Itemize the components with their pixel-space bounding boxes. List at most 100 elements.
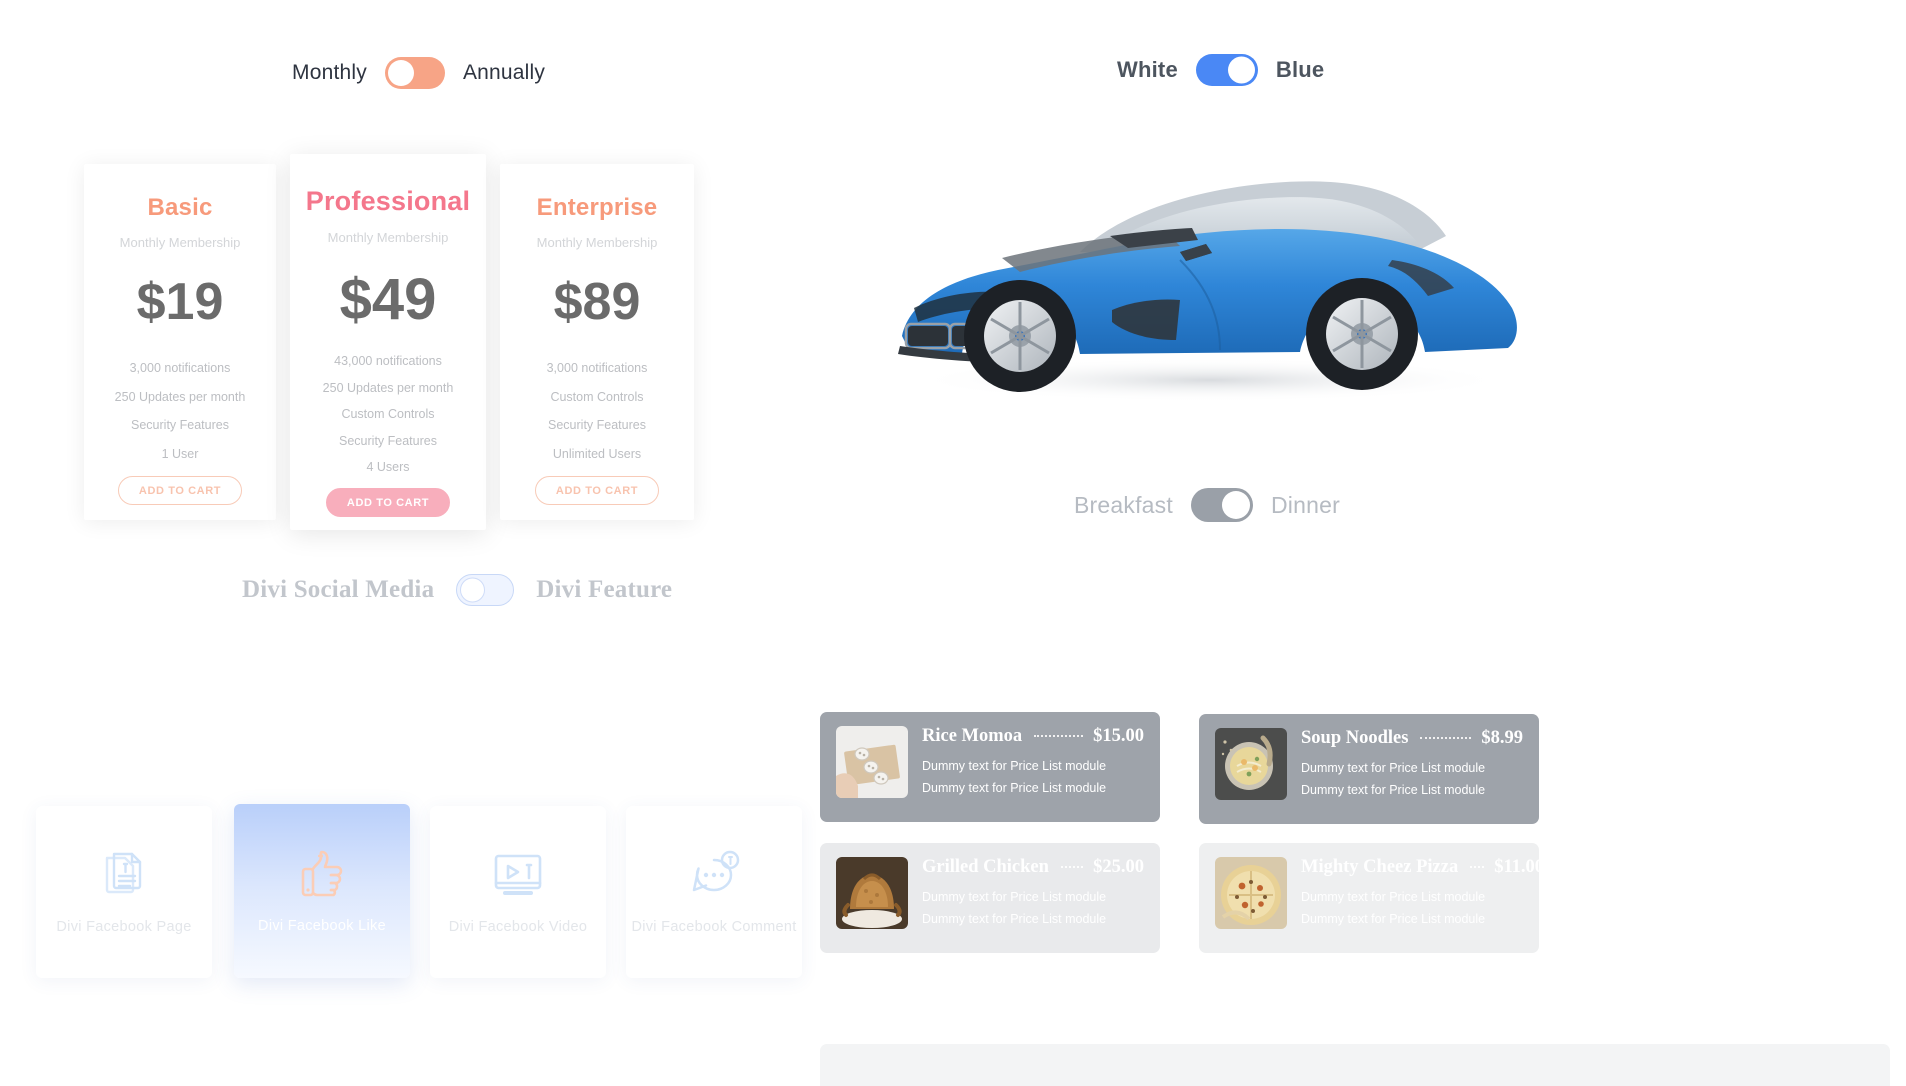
meal-toggle-left-label: Breakfast <box>1074 491 1173 518</box>
facebook-comment-card-label: Divi Facebook Comment <box>631 918 797 935</box>
divi-toggle-row[interactable]: Divi Social Media Divi Feature <box>242 574 672 606</box>
meal-toggle-knob <box>1221 491 1250 519</box>
price-list-item-description: Dummy text for Price List module Dummy t… <box>922 890 1107 926</box>
meal-toggle-right-label: Dinner <box>1270 491 1340 518</box>
price-list-item-body: Grilled Chicken $25.00 Dummy text for Pr… <box>922 857 1144 930</box>
price-list-item-price: $15.00 <box>1093 726 1144 746</box>
leader-dots <box>1060 866 1084 868</box>
facebook-like-card-label: Divi Facebook Like <box>258 917 386 934</box>
pricing-subtitle: Monthly Membership <box>327 230 449 245</box>
leader-dots <box>1420 737 1472 739</box>
pricing-feature: 43,000 notifications <box>334 354 442 368</box>
billing-toggle-left-label: Monthly <box>292 61 367 84</box>
pricing-feature-list: 43,000 notifications 250 Updates per mon… <box>290 355 486 474</box>
facebook-video-card[interactable]: Divi Facebook Video <box>430 806 606 978</box>
pricing-feature: 1 User <box>161 446 199 461</box>
pricing-feature: Security Features <box>339 433 437 448</box>
pricing-title: Professional <box>305 186 471 216</box>
pricing-table-basic[interactable]: Basic Monthly Membership $19 3,000 notif… <box>84 164 276 520</box>
color-toggle-knob <box>1227 56 1255 84</box>
pricing-table-professional[interactable]: Professional Monthly Membership $49 43,0… <box>290 154 486 530</box>
pricing-subtitle: Monthly Membership <box>119 235 241 250</box>
meal-toggle-row[interactable]: Breakfast Dinner <box>1074 488 1340 522</box>
pricing-price: $89 <box>553 273 641 331</box>
price-list-module: Rice Momoa $15.00 Dummy text for Price L… <box>820 712 1890 1042</box>
meal-toggle-switch[interactable] <box>1190 488 1253 522</box>
billing-toggle-right-label: Annually <box>462 61 546 84</box>
color-toggle-switch[interactable] <box>1195 54 1258 86</box>
add-to-cart-button[interactable]: ADD TO CART <box>325 487 451 517</box>
divi-toggle-knob <box>460 577 486 603</box>
pricing-feature-list: 3,000 notifications Custom Controls Secu… <box>500 362 694 460</box>
price-list-item-header: Rice Momoa $15.00 <box>922 726 1144 747</box>
food-thumbnail <box>836 857 908 929</box>
color-toggle-row[interactable]: White Blue <box>1117 54 1324 86</box>
price-list-item[interactable]: Grilled Chicken $25.00 Dummy text for Pr… <box>820 843 1160 953</box>
car-front-wheel <box>964 280 1076 392</box>
billing-toggle-knob <box>387 60 414 86</box>
pricing-price: $19 <box>136 273 224 331</box>
pricing-feature: Custom Controls <box>341 407 435 421</box>
food-thumbnail <box>1215 728 1287 800</box>
leader-dots <box>1470 866 1485 868</box>
billing-toggle-row[interactable]: Monthly Annually <box>292 57 545 89</box>
price-list-item-body: Rice Momoa $15.00 Dummy text for Price L… <box>922 726 1144 799</box>
pricing-price: $49 <box>339 267 437 332</box>
divi-toggle-right-label: Divi Feature <box>536 576 673 603</box>
car-rear-wheel <box>1306 278 1418 390</box>
food-thumbnail <box>1215 857 1287 929</box>
price-list-item[interactable]: Rice Momoa $15.00 Dummy text for Price L… <box>820 712 1160 822</box>
pricing-title: Enterprise <box>536 194 658 221</box>
price-list-item-title: Mighty Cheez Pizza <box>1301 857 1459 877</box>
price-list-item-body: Soup Noodles $8.99 Dummy text for Price … <box>1301 728 1523 801</box>
price-list-item[interactable]: Mighty Cheez Pizza $11.00 Dummy text for… <box>1199 843 1539 953</box>
pricing-table-enterprise[interactable]: Enterprise Monthly Membership $89 3,000 … <box>500 164 694 520</box>
facebook-module-cards: Divi Facebook Page Divi Facebook Like Di… <box>36 804 816 978</box>
price-list-bottom-strip <box>820 1044 1890 1086</box>
add-to-cart-button[interactable]: ADD TO CART <box>534 476 660 505</box>
facebook-video-card-label: Divi Facebook Video <box>448 918 588 935</box>
pricing-feature: 4 Users <box>366 460 410 474</box>
pricing-feature: 250 Updates per month <box>114 389 246 404</box>
price-list-item-price: $8.99 <box>1481 728 1523 748</box>
divi-toggle-switch[interactable] <box>456 574 515 606</box>
pricing-feature: Security Features <box>131 418 229 432</box>
pricing-feature: Security Features <box>548 418 646 432</box>
color-toggle-right-label: Blue <box>1275 57 1325 82</box>
pricing-feature-list: 3,000 notifications 250 Updates per mont… <box>84 362 276 460</box>
price-list-item[interactable]: Soup Noodles $8.99 Dummy text for Price … <box>1199 714 1539 824</box>
price-list-item-title: Rice Momoa <box>922 726 1023 746</box>
price-list-item-description: Dummy text for Price List module Dummy t… <box>1301 890 1486 926</box>
pricing-feature: 250 Updates per month <box>322 380 454 395</box>
color-toggle-left-label: White <box>1117 57 1178 82</box>
pricing-feature: 3,000 notifications <box>129 361 231 375</box>
price-list-item-body: Mighty Cheez Pizza $11.00 Dummy text for… <box>1301 857 1539 930</box>
pricing-subtitle: Monthly Membership <box>536 235 658 250</box>
price-list-item-price: $25.00 <box>1093 857 1144 877</box>
pricing-title: Basic <box>147 194 213 221</box>
price-list-item-header: Soup Noodles $8.99 <box>1301 728 1523 749</box>
car-image <box>880 140 1540 420</box>
price-list-item-title: Soup Noodles <box>1301 728 1409 748</box>
facebook-like-card[interactable]: Divi Facebook Like <box>234 804 410 978</box>
facebook-comment-icon <box>688 850 740 903</box>
facebook-page-card[interactable]: Divi Facebook Page <box>36 806 212 978</box>
billing-toggle-switch[interactable] <box>384 57 445 89</box>
facebook-page-icon <box>102 850 146 903</box>
facebook-comment-card[interactable]: Divi Facebook Comment <box>626 806 802 978</box>
pricing-feature: 3,000 notifications <box>546 361 648 375</box>
price-list-item-header: Grilled Chicken $25.00 <box>922 857 1144 878</box>
blue-sports-car-illustration <box>898 181 1517 402</box>
price-list-item-description: Dummy text for Price List module Dummy t… <box>922 759 1107 795</box>
food-thumbnail <box>836 726 908 798</box>
facebook-like-icon <box>297 849 347 902</box>
price-list-item-description: Dummy text for Price List module Dummy t… <box>1301 761 1486 797</box>
facebook-video-icon <box>491 850 545 903</box>
pricing-feature: Unlimited Users <box>552 446 642 461</box>
leader-dots <box>1034 735 1084 737</box>
price-list-item-price: $11.00 <box>1494 857 1539 877</box>
facebook-page-card-label: Divi Facebook Page <box>56 918 192 935</box>
add-to-cart-button[interactable]: ADD TO CART <box>117 476 243 505</box>
pricing-tables: Basic Monthly Membership $19 3,000 notif… <box>84 154 724 530</box>
price-list-item-header: Mighty Cheez Pizza $11.00 <box>1301 857 1539 878</box>
